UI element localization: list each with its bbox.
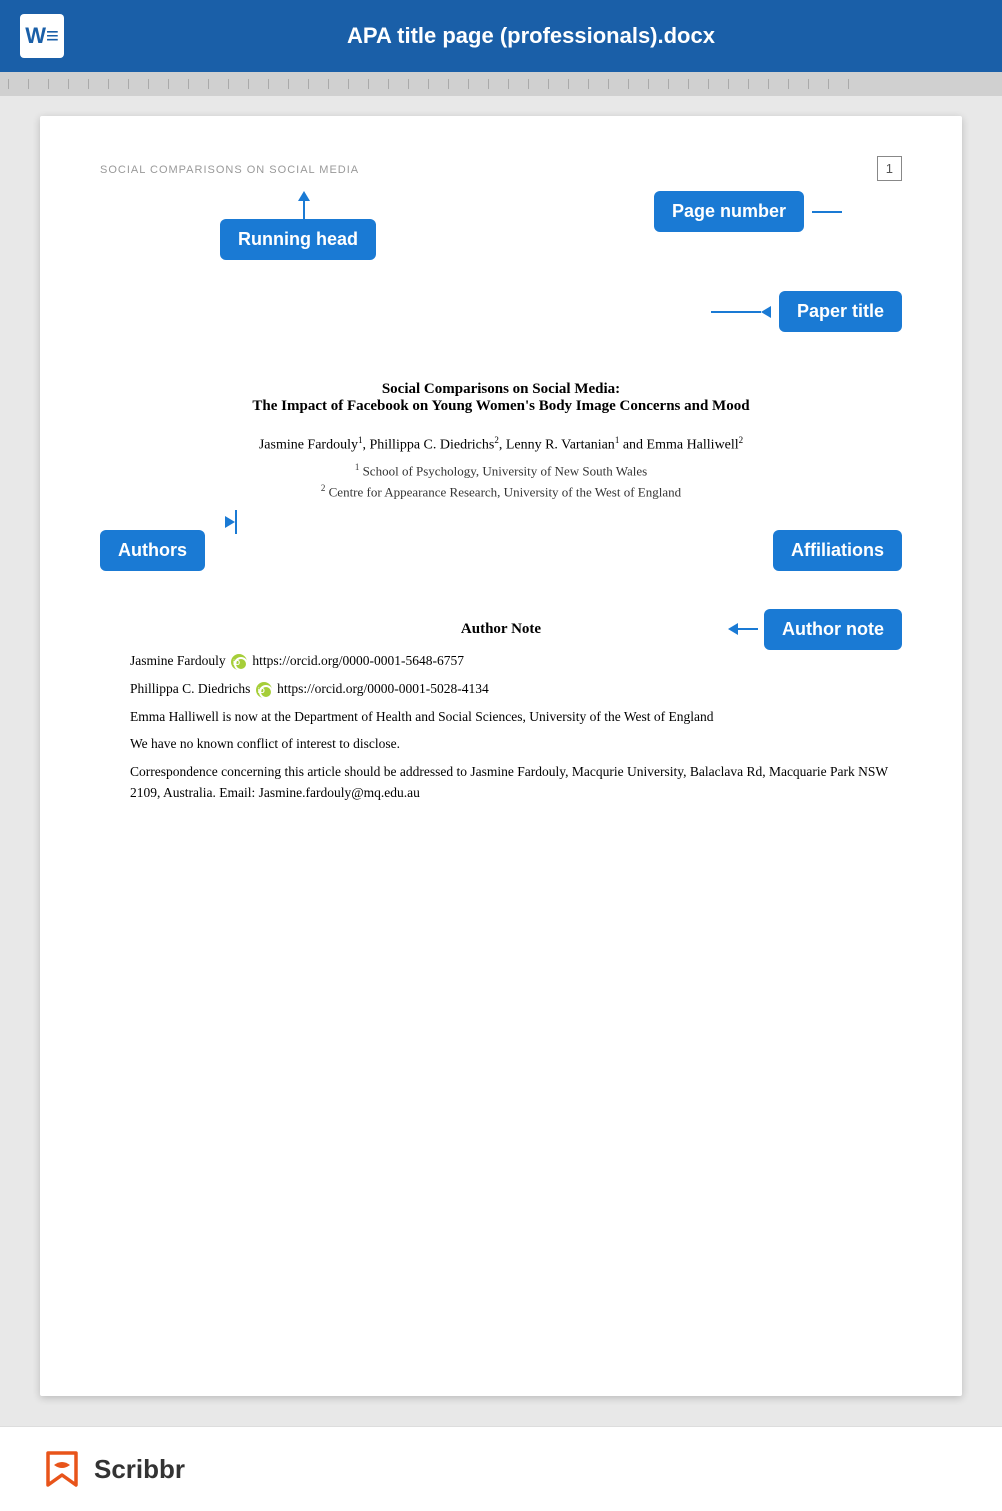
running-head-label: Running head — [220, 219, 376, 260]
author1-orcid-line: Jasmine Fardouly https://orcid.org/0000-… — [100, 650, 902, 672]
affiliation-2: 2 Centre for Appearance Research, Univer… — [100, 483, 902, 500]
paper-title-label: Paper title — [779, 291, 902, 332]
page-outer: SOCIAL COMPARISONS ON SOCIAL MEDIA 1 Run… — [0, 96, 1002, 1426]
document-page: SOCIAL COMPARISONS ON SOCIAL MEDIA 1 Run… — [40, 116, 962, 1396]
correspondence-line: Correspondence concerning this article s… — [100, 761, 902, 804]
document-title: APA title page (professionals).docx — [80, 23, 982, 49]
page-number-box: 1 — [877, 156, 902, 181]
scribbr-brand-name: Scribbr — [94, 1454, 185, 1485]
page-number-annotation: Page number — [654, 191, 842, 232]
affiliations-label: Affiliations — [773, 530, 902, 571]
conflict-note-line: We have no known conflict of interest to… — [100, 733, 902, 755]
authors-affil-anno: Authors Affiliations — [100, 510, 902, 600]
author-note-heading: Author Note — [461, 621, 541, 637]
doc-header: SOCIAL COMPARISONS ON SOCIAL MEDIA 1 — [100, 156, 902, 181]
annotation-zone: SOCIAL COMPARISONS ON SOCIAL MEDIA 1 Run… — [100, 156, 902, 804]
word-icon: W≡ — [20, 14, 64, 58]
author2-orcid-line: Phillippa C. Diedrichs https://orcid.org… — [100, 678, 902, 700]
authors-line: Jasmine Fardouly1, Phillippa C. Diedrich… — [100, 435, 902, 454]
author-note-label: Author note — [764, 609, 902, 650]
author-note-content: Jasmine Fardouly https://orcid.org/0000-… — [100, 650, 902, 804]
bottom-bar: Scribbr — [0, 1426, 1002, 1511]
title-bar: W≡ APA title page (professionals).docx — [0, 0, 1002, 72]
orcid-icon-1 — [231, 654, 247, 670]
page-number-area: 1 — [877, 156, 902, 181]
orcid-icon-2 — [256, 682, 272, 698]
author3-note-line: Emma Halliwell is now at the Department … — [100, 706, 902, 728]
running-head-anno: Running head Page number — [100, 191, 902, 281]
running-head-arrow-up — [298, 191, 310, 201]
authors-label: Authors — [100, 530, 205, 571]
ruler — [0, 72, 1002, 96]
ruler-marks — [8, 79, 994, 89]
paper-title-line2: The Impact of Facebook on Young Women's … — [100, 398, 902, 415]
running-head-text: SOCIAL COMPARISONS ON SOCIAL MEDIA — [100, 164, 359, 176]
scribbr-logo-icon — [40, 1447, 84, 1491]
author1-name: Jasmine Fardouly — [259, 438, 358, 453]
paper-title-section: Social Comparisons on Social Media: The … — [100, 381, 902, 415]
paper-title-anno-row: Paper title — [100, 281, 902, 351]
authors-affiliations-section: Jasmine Fardouly1, Phillippa C. Diedrich… — [100, 435, 902, 500]
author-note-section: Author Note Author note Jasmine Fardo — [100, 620, 902, 804]
affiliation-1: 1 School of Psychology, University of Ne… — [100, 462, 902, 479]
paper-title-line1: Social Comparisons on Social Media: — [100, 381, 902, 398]
